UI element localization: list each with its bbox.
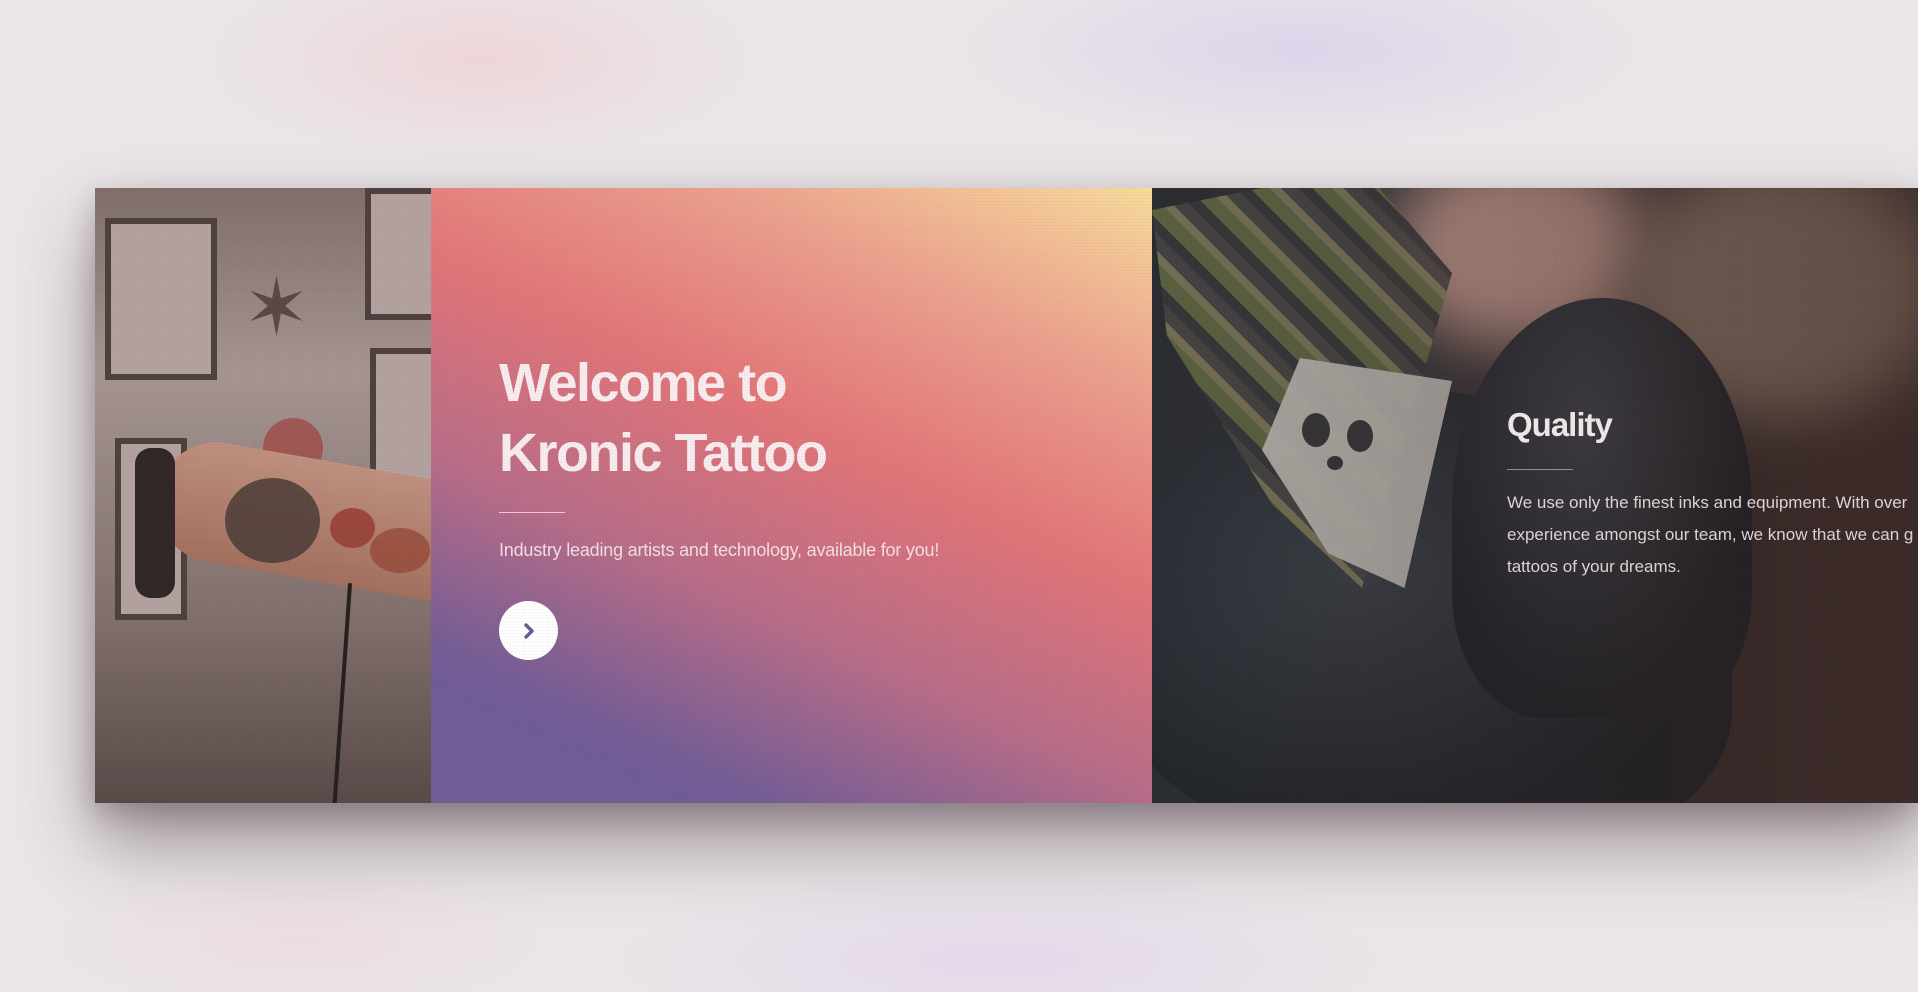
tattoo-artist-photo: ✶ xyxy=(95,188,431,803)
hero-subtitle: Industry leading artists and technology,… xyxy=(499,540,940,560)
hero-title: Welcome to Kronic Tattoo xyxy=(499,353,828,483)
feature-title: Quality xyxy=(1507,406,1613,443)
feature-body-line: We use only the finest inks and equipmen… xyxy=(1507,493,1908,512)
feature-body: We use only the finest inks and equipmen… xyxy=(1507,487,1918,583)
hero-panel: Welcome to Kronic Tattoo Industry leadin… xyxy=(431,188,1152,803)
feature-divider xyxy=(1507,469,1573,470)
chevron-right-icon xyxy=(523,622,534,639)
feature-body-line: experience amongst our team, we know tha… xyxy=(1507,525,1914,544)
quality-photo-panel: Quality We use only the finest inks and … xyxy=(1152,188,1918,803)
hero-divider xyxy=(499,512,565,513)
feature-body-line: tattoos of your dreams. xyxy=(1507,557,1681,576)
hero-slider: ✶ Welcome to Kronic Tattoo Industry lead… xyxy=(95,188,1918,803)
next-slide-button[interactable] xyxy=(499,601,558,660)
